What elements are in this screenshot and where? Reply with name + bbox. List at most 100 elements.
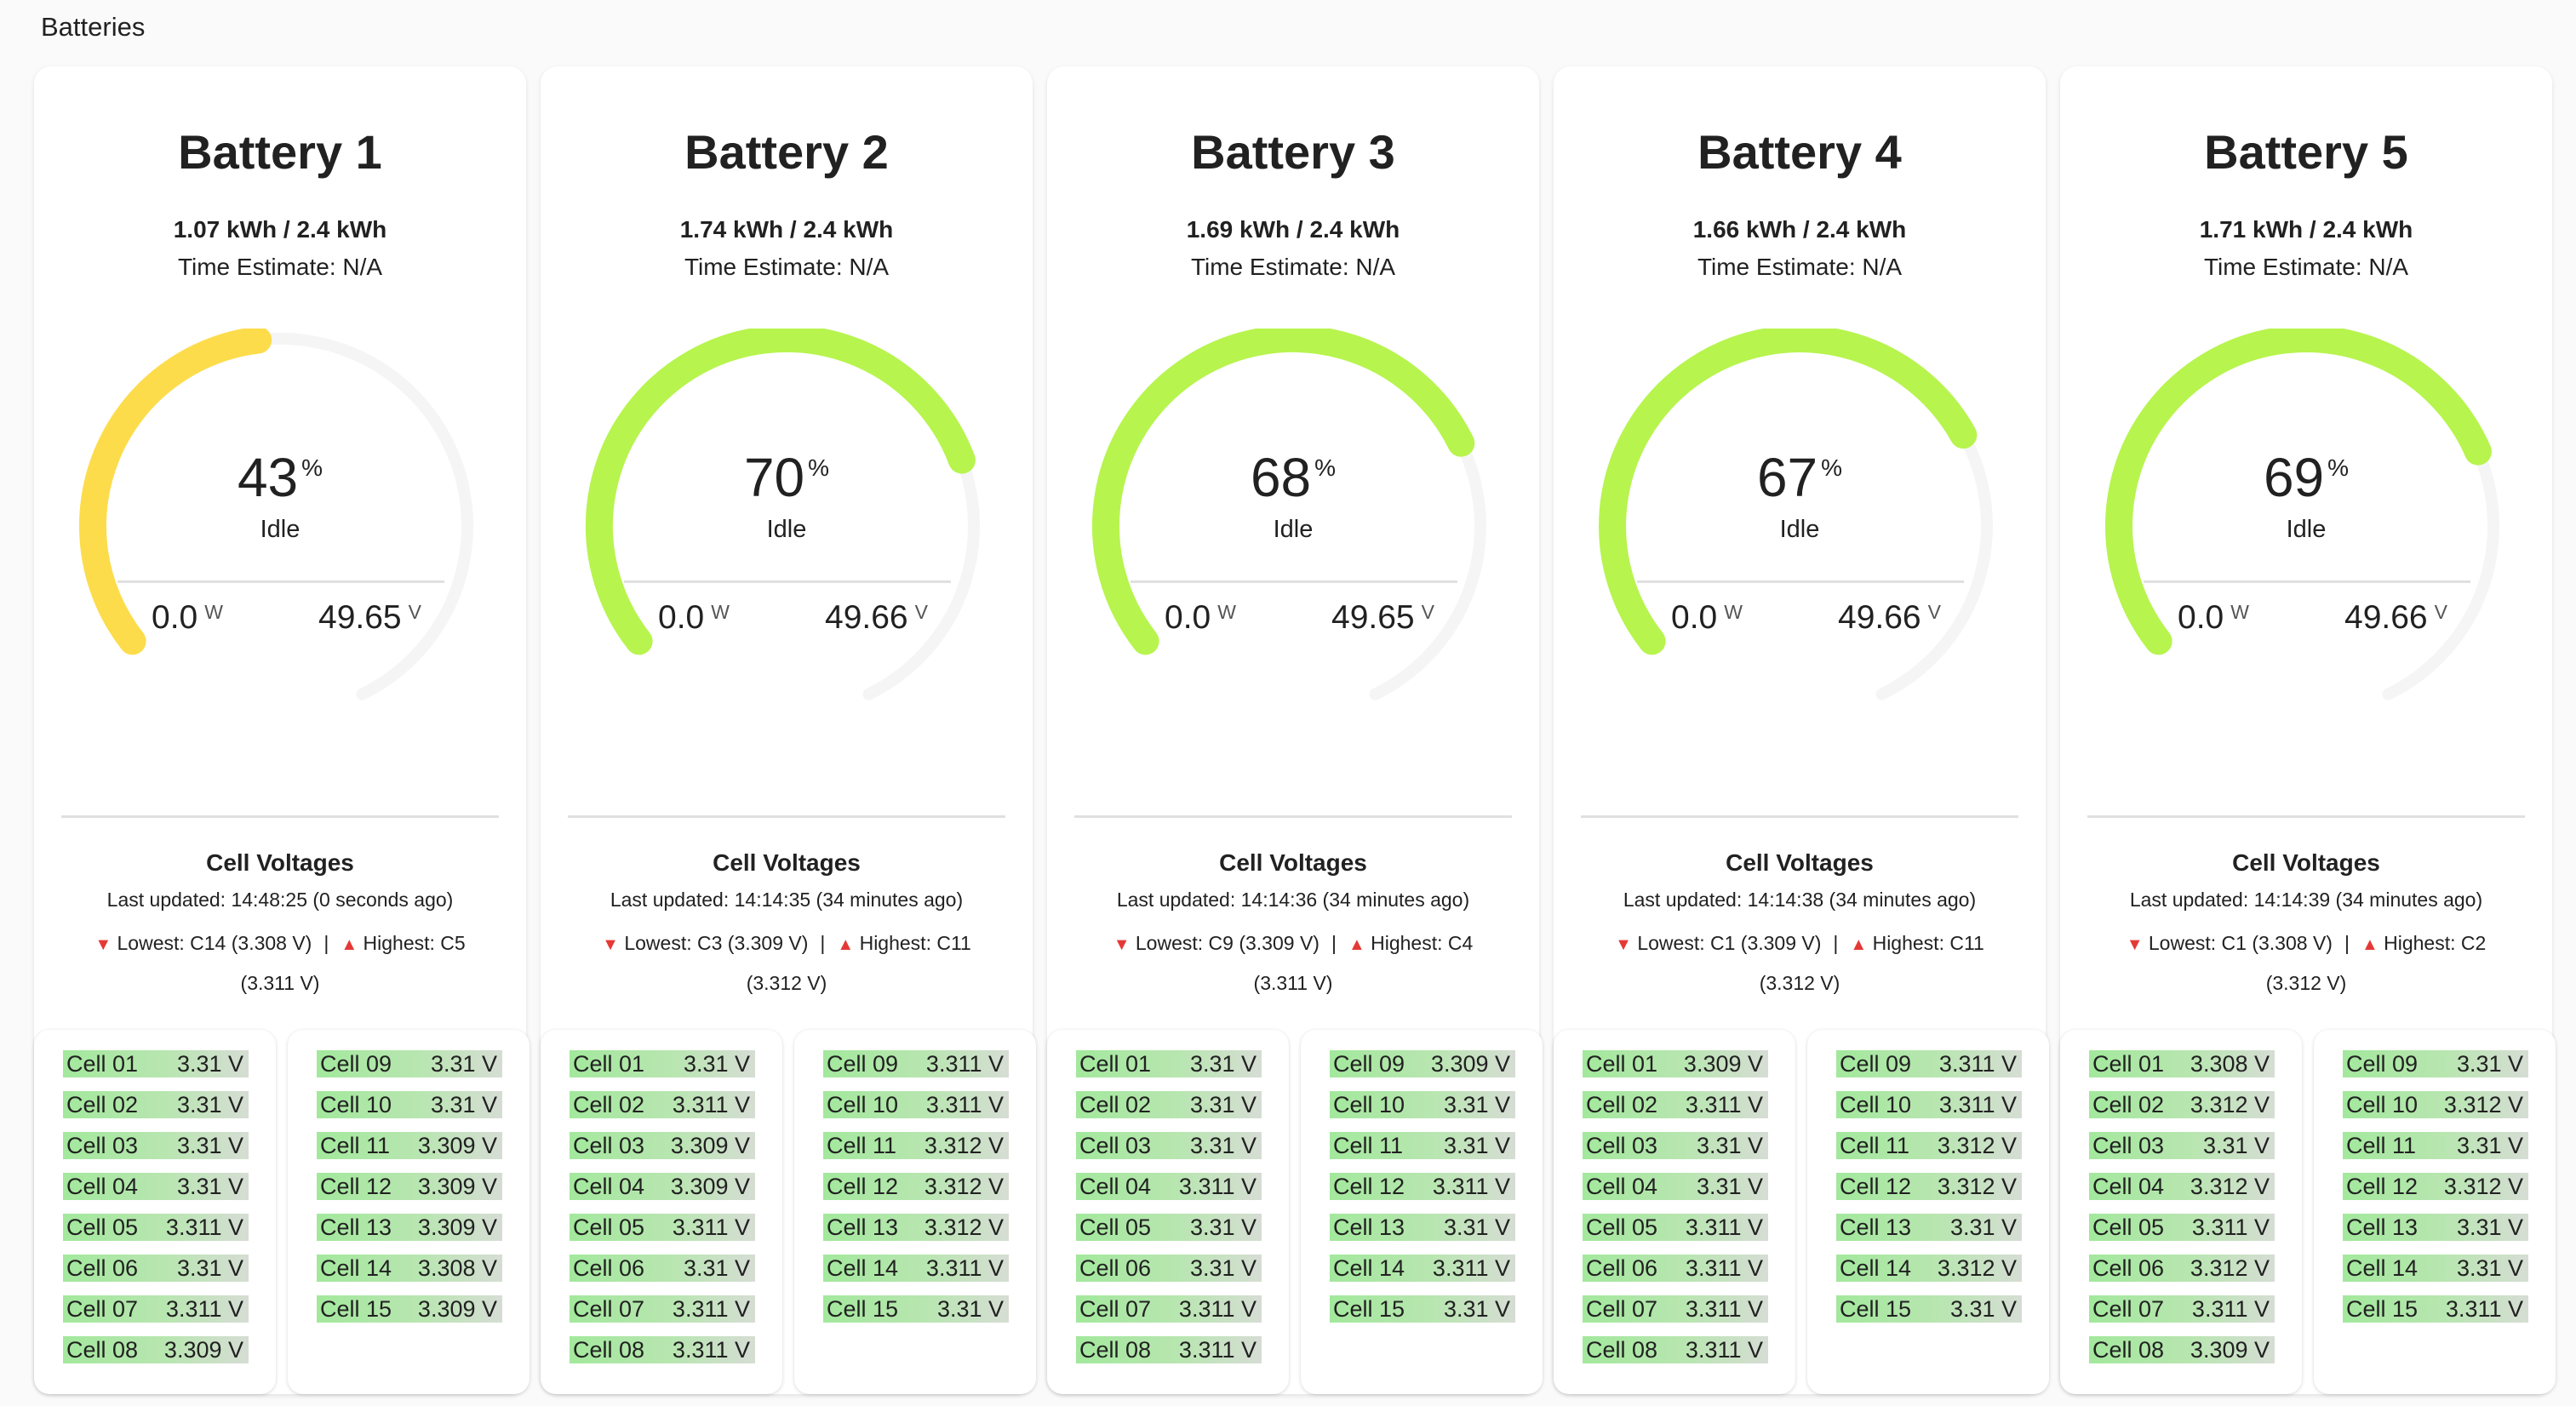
battery-energy: 1.71 kWh / 2.4 kWh [2199,216,2413,243]
cell-voltage-row: Cell 05 3.31 V [1076,1214,1262,1241]
gauge-divider [2144,580,2470,583]
battery-percentage: 68% [1250,447,1337,508]
cell-name: Cell 03 [1079,1132,1152,1158]
cell-name: Cell 10 [320,1091,392,1117]
cell-value: 3.31 V [1189,1132,1257,1158]
cell-name: Cell 06 [573,1255,645,1281]
battery-card[interactable]: Battery 3 1.69 kWh / 2.4 kWh Time Estima… [1047,66,1543,1394]
last-updated: Last updated: 14:14:35 (34 minutes ago) [610,889,964,911]
cell-list-left: Cell 01 3.31 V Cell 02 3.311 V Cell 03 3.309 … [541,1030,782,1394]
arrow-up-icon: ▲ [2361,935,2379,954]
cell-name: Cell 15 [827,1295,899,1322]
cell-voltage-row: Cell 13 3.31 V [1330,1214,1515,1241]
cell-value: 3.31 V [176,1255,243,1281]
battery-percentage: 70% [743,447,830,508]
cell-name: Cell 02 [573,1091,645,1117]
time-estimate: Time Estimate: N/A [1190,254,1396,280]
battery-state: Idle [1273,516,1314,543]
cell-list-right: Cell 09 3.309 V Cell 10 3.31 V Cell 11 3.31 V… [1301,1030,1543,1394]
cell-value: 3.311 V [1938,1050,2017,1077]
cell-value: 3.311 V [672,1214,750,1240]
cell-list-left: Cell 01 3.309 V Cell 02 3.311 V Cell 03 3.31 … [1554,1030,1795,1394]
battery-card[interactable]: Battery 1 1.07 kWh / 2.4 kWh Time Estima… [34,66,530,1394]
cell-name: Cell 02 [66,1091,139,1117]
cell-list-right: Cell 09 3.31 V Cell 10 3.312 V Cell 11 3.31 V… [2314,1030,2556,1394]
cell-value: 3.31 V [683,1050,750,1077]
gauge-divider [624,580,951,583]
cell-value: 3.311 V [1685,1214,1763,1240]
cell-name: Cell 03 [66,1132,139,1158]
arrow-up-icon: ▲ [837,935,855,954]
battery-card[interactable]: Battery 2 1.74 kWh / 2.4 kWh Time Estima… [541,66,1036,1394]
cell-name: Cell 03 [1586,1132,1658,1158]
time-estimate: Time Estimate: N/A [684,254,890,280]
cell-value: 3.311 V [925,1255,1004,1281]
cell-value: 3.31 V [2456,1050,2523,1077]
cell-value: 3.312 V [1937,1255,2017,1281]
last-updated: Last updated: 14:14:36 (34 minutes ago) [1116,889,1470,911]
cell-voltage-row: Cell 12 3.309 V [317,1173,502,1200]
cell-list-right: Cell 09 3.311 V Cell 10 3.311 V Cell 11 3.312… [794,1030,1036,1394]
cell-voltages-title: Cell Voltages [1726,849,1874,876]
cell-min-max: ▼ Lowest: C9 (3.309 V) | ▲ Highest: C4 (3.… [1113,932,1474,994]
cell-value: 3.31 V [1189,1255,1257,1281]
cell-value: 3.31 V [430,1091,497,1117]
cell-value: 3.312 V [2443,1091,2523,1117]
battery-voltage: 49.65 V [1331,599,1434,636]
battery-energy: 1.74 kWh / 2.4 kWh [679,216,894,243]
cell-value: 3.311 V [672,1336,750,1363]
cell-name: Cell 09 [320,1050,392,1077]
cell-voltage-row: Cell 06 3.31 V [570,1255,755,1282]
cell-name: Cell 13 [1840,1214,1912,1240]
battery-gauge [78,329,473,700]
cell-voltage-row: Cell 07 3.311 V [1076,1295,1262,1323]
card-divider [1581,815,2018,818]
cell-name: Cell 13 [320,1214,392,1240]
cell-name: Cell 14 [320,1255,392,1281]
battery-voltage: 49.65 V [318,599,421,636]
cell-min-max: ▼ Lowest: C14 (3.308 V) | ▲ Highest: C5 (3… [94,932,466,994]
arrow-down-icon: ▼ [1615,935,1632,954]
arrow-down-icon: ▼ [2126,935,2144,954]
cell-value: 3.309 V [670,1132,750,1158]
cell-name: Cell 03 [573,1132,645,1158]
cell-name: Cell 10 [827,1091,899,1117]
cell-value: 3.311 V [2445,1295,2523,1322]
arrow-up-icon: ▲ [1850,935,1868,954]
cell-name: Cell 06 [1079,1255,1152,1281]
cell-voltage-row: Cell 13 3.31 V [1836,1214,2022,1241]
cell-voltage-row: Cell 08 3.309 V [63,1336,249,1363]
cell-name: Cell 12 [1333,1173,1405,1199]
battery-card[interactable]: Battery 4 1.66 kWh / 2.4 kWh Time Estima… [1554,66,2049,1394]
cell-name: Cell 07 [1586,1295,1658,1322]
cell-name: Cell 11 [1333,1132,1404,1158]
battery-title: Battery 2 [684,125,889,179]
cell-name: Cell 14 [1333,1255,1405,1281]
cell-list-right: Cell 09 3.31 V Cell 10 3.31 V Cell 11 3.309 V… [288,1030,530,1394]
cell-name: Cell 04 [66,1173,139,1199]
cell-voltage-row: Cell 05 3.311 V [1583,1214,1768,1241]
cell-voltage-row: Cell 04 3.31 V [63,1173,249,1200]
battery-power: 0.0 W [1671,599,1743,636]
cell-name: Cell 11 [2346,1132,2417,1158]
battery-percentage: 43% [237,447,323,508]
battery-power: 0.0 W [1165,599,1236,636]
cell-value: 3.312 V [1937,1173,2017,1199]
cell-value: 3.31 V [1949,1214,2017,1240]
cell-value: 3.311 V [1432,1255,1510,1281]
cell-name: Cell 12 [320,1173,392,1199]
cell-name: Cell 07 [66,1295,139,1322]
cell-name: Cell 08 [1586,1336,1658,1363]
cell-voltage-row: Cell 03 3.31 V [1583,1132,1768,1159]
arrow-down-icon: ▼ [602,935,619,954]
cell-voltage-row: Cell 07 3.311 V [2089,1295,2275,1323]
arrow-down-icon: ▼ [1113,935,1131,954]
battery-card[interactable]: Battery 5 1.71 kWh / 2.4 kWh Time Estima… [2060,66,2556,1394]
cell-voltage-row: Cell 14 3.31 V [2343,1255,2528,1282]
cell-voltage-row: Cell 04 3.311 V [1076,1173,1262,1200]
cell-value: 3.309 V [1430,1050,1510,1077]
cell-voltage-row: Cell 11 3.312 V [823,1132,1009,1159]
cell-value: 3.31 V [1443,1091,1510,1117]
cell-name: Cell 11 [827,1132,897,1158]
cell-name: Cell 07 [2092,1295,2165,1322]
